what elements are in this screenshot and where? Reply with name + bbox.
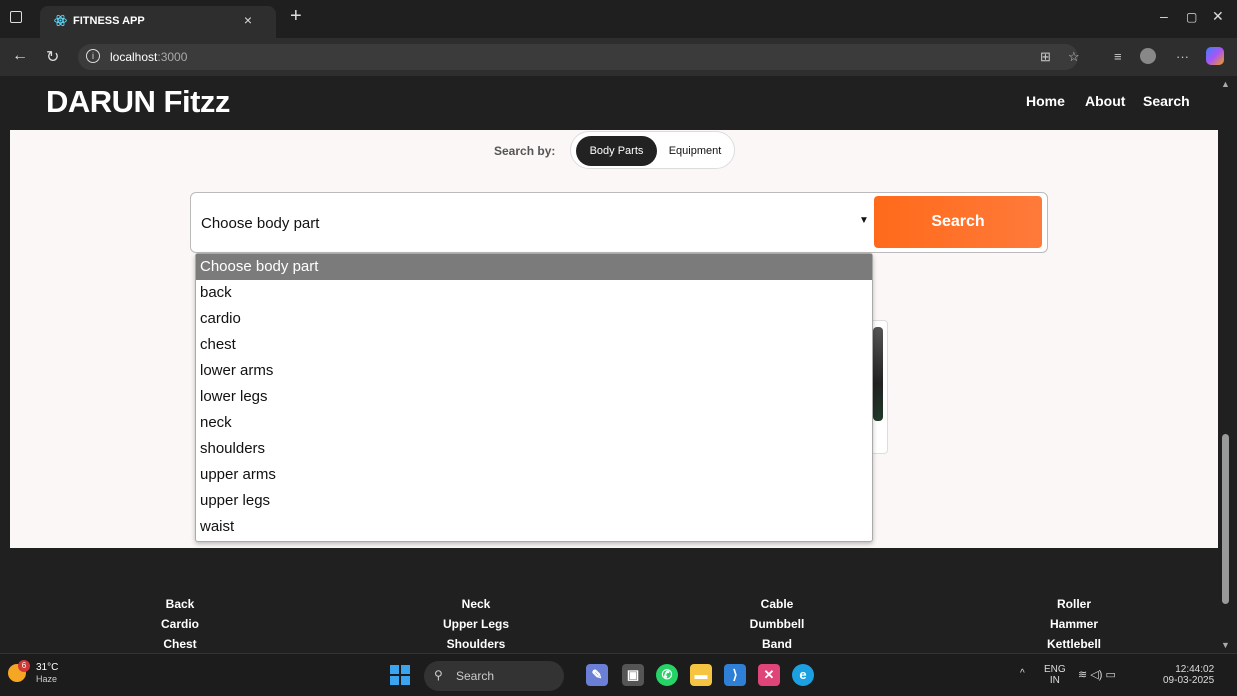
footer-column: Neck Upper Legs Shoulders [416,594,536,653]
favorites-icon[interactable]: ≡ [1114,49,1122,64]
edge-icon[interactable]: e [792,664,814,686]
url-field[interactable]: i localhost:3000 [78,44,1078,70]
chevron-up-icon[interactable]: ^ [1020,668,1025,679]
page-scrollbar[interactable]: ▲ ▼ [1218,76,1237,653]
scrollbar-thumb[interactable] [1222,434,1229,604]
notification-badge: 6 [18,660,30,672]
browser-tab[interactable]: FITNESS APP × [40,6,276,38]
site-footer: Back Cardio Chest Neck Upper Legs Should… [10,548,1218,653]
maximize-button[interactable]: ▢ [1186,10,1197,24]
dropdown-option[interactable]: chest [196,332,872,358]
footer-link[interactable]: Kettlebell [1014,634,1134,653]
window-menu-icon[interactable] [10,11,22,23]
clock-time: 12:44:02 [1175,664,1215,675]
react-logo-icon [54,14,67,27]
tab-close-icon[interactable]: × [244,12,252,28]
scroll-up-icon[interactable]: ▲ [1221,79,1230,89]
windows-taskbar: 6 31°C Haze ⚲ Search ✎ ▣ ✆ ▬ ⟩ ✕ e ^ ENG… [0,653,1237,696]
site-info-icon[interactable]: i [86,49,100,63]
dropdown-option[interactable]: waist [196,514,872,540]
dropdown-option[interactable]: upper legs [196,488,872,514]
temperature: 31°C [36,662,59,673]
app-icon-paint[interactable]: ✎ [586,664,608,686]
search-by-label: Search by: [494,144,556,158]
site-header: DARUN Fitzz Home About Search [10,76,1218,130]
footer-link[interactable]: Back [120,594,240,614]
refresh-icon[interactable]: ↻ [46,47,59,67]
exercise-image [873,327,883,421]
new-tab-button[interactable]: + [290,5,302,28]
copilot-icon[interactable] [1206,47,1224,65]
dropdown-option[interactable]: lower legs [196,384,872,410]
minimize-button[interactable]: – [1160,8,1168,24]
search-button[interactable]: Search [874,196,1042,248]
footer-link[interactable]: Cardio [120,614,240,634]
taskbar-search-label: Search [456,669,495,683]
dropdown-option[interactable]: neck [196,410,872,436]
footer-link[interactable]: Cable [717,594,837,614]
footer-link[interactable]: Dumbbell [717,614,837,634]
close-window-button[interactable]: ✕ [1212,8,1224,25]
dropdown-option[interactable]: cardio [196,306,872,332]
more-menu-icon[interactable]: ··· [1176,49,1189,64]
footer-column: Back Cardio Chest [120,594,240,653]
select-value: Choose body part [201,215,320,232]
footer-link[interactable]: Band [717,634,837,653]
equipment-toggle[interactable]: Equipment [660,136,730,166]
xampp-icon[interactable]: ✕ [758,664,780,686]
body-parts-toggle[interactable]: Body Parts [576,136,657,166]
url-port: :3000 [157,50,188,64]
back-icon[interactable]: ← [12,47,28,65]
footer-link[interactable]: Shoulders [416,634,536,653]
dropdown-option[interactable]: shoulders [196,436,872,462]
vscode-icon[interactable]: ⟩ [724,664,746,686]
app-icon-taskview[interactable]: ▣ [622,664,644,686]
page-viewport: DARUN Fitzz Home About Search Search by:… [10,76,1218,653]
clock[interactable]: 12:44:02 09-03-2025 [1163,664,1214,686]
chevron-down-icon: ▼ [859,215,869,226]
footer-link[interactable]: Hammer [1014,614,1134,634]
file-explorer-icon[interactable]: ▬ [690,664,712,686]
windows-start-icon[interactable] [390,665,410,685]
browser-tab-bar: FITNESS APP × + – ▢ ✕ [0,0,1237,38]
footer-column: Cable Dumbbell Band [717,594,837,653]
scroll-down-icon[interactable]: ▼ [1221,640,1230,650]
body-part-dropdown: Choose body part back cardio chest lower… [195,253,873,542]
footer-link[interactable]: Chest [120,634,240,653]
search-mode-toggle: Body Parts Equipment [570,131,735,169]
nav-search[interactable]: Search [1143,93,1190,109]
language-indicator[interactable]: ENG IN [1044,664,1066,686]
dropdown-option[interactable]: lower arms [196,358,872,384]
dropdown-option[interactable]: upper arms [196,462,872,488]
footer-link[interactable]: Roller [1014,594,1134,614]
taskbar-search[interactable]: ⚲ Search [424,661,564,691]
reader-view-icon[interactable]: ⊞ [1040,49,1051,65]
dropdown-option[interactable]: back [196,280,872,306]
footer-column: Roller Hammer Kettlebell [1014,594,1134,653]
footer-link[interactable]: Neck [416,594,536,614]
clock-date: 09-03-2025 [1163,675,1215,686]
wifi-icon[interactable]: ≋ ◁) ▭ [1078,668,1116,681]
dropdown-option[interactable]: Choose body part [196,254,872,280]
tab-title: FITNESS APP [73,15,145,27]
footer-link[interactable]: Upper Legs [416,614,536,634]
nav-home[interactable]: Home [1026,93,1065,109]
favorite-star-icon[interactable]: ☆ [1068,49,1080,65]
site-logo[interactable]: DARUN Fitzz [46,84,230,120]
search-icon: ⚲ [434,668,443,682]
profile-avatar[interactable] [1140,48,1156,64]
url-host: localhost [110,50,158,64]
nav-about[interactable]: About [1085,93,1125,109]
address-bar-row: ← ↻ i localhost:3000 ⊞ ☆ ≡ ··· [0,38,1237,76]
language-code: ENG [1044,664,1066,675]
weather-condition: Haze [36,674,58,684]
region-code: IN [1049,675,1060,686]
whatsapp-icon[interactable]: ✆ [656,664,678,686]
